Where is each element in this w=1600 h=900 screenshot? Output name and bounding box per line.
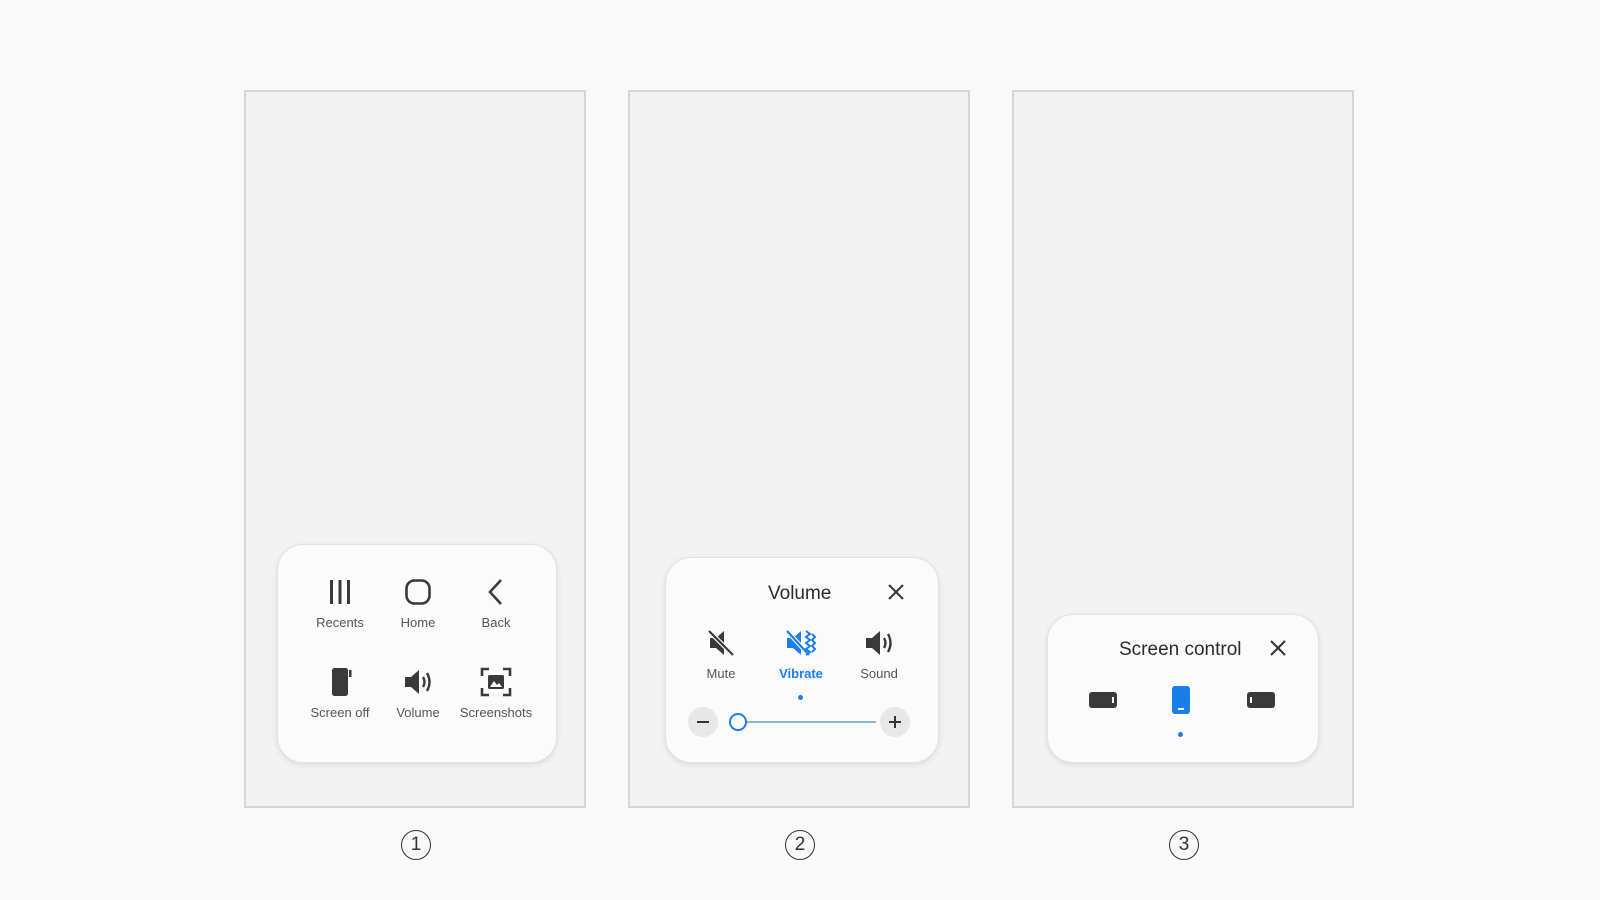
step-number-3: 3 — [1169, 830, 1199, 860]
landscape-right-icon — [1247, 692, 1275, 708]
recents-label: Recents — [316, 615, 364, 630]
screen-off-label: Screen off — [310, 705, 370, 720]
mute-icon — [707, 629, 735, 657]
close-icon — [888, 584, 904, 600]
volume-panel: Volume Mute Vibrate Sound — [665, 557, 939, 763]
vibrate-label: Vibrate — [779, 666, 823, 681]
close-icon — [1270, 640, 1286, 656]
close-button[interactable] — [884, 580, 908, 604]
screenshots-label: Screenshots — [459, 705, 533, 720]
volume-slider-thumb[interactable] — [729, 713, 747, 731]
screen-off-icon — [332, 668, 352, 696]
phone-screen-1: Recents Home Back Screen off Volume Scre… — [244, 90, 586, 808]
sound-label: Sound — [860, 666, 898, 681]
vibrate-icon — [785, 629, 817, 657]
volume-up-button[interactable] — [880, 707, 910, 737]
sound-icon — [866, 631, 892, 655]
assistant-menu-panel: Recents Home Back Screen off Volume Scre… — [277, 544, 557, 763]
screen-control-title: Screen control — [1119, 639, 1242, 660]
screenshot-icon — [480, 667, 512, 697]
plus-icon — [889, 716, 901, 728]
landscape-right-button[interactable] — [1246, 689, 1276, 716]
recents-icon — [330, 580, 350, 604]
portrait-button[interactable] — [1170, 685, 1192, 720]
recents-button[interactable]: Recents — [300, 577, 380, 630]
minus-icon — [697, 721, 709, 723]
volume-slider[interactable] — [729, 713, 876, 731]
portrait-icon — [1172, 686, 1190, 714]
screen-off-button[interactable]: Screen off — [300, 667, 380, 720]
vibrate-mode-button[interactable]: Vibrate — [766, 628, 836, 681]
volume-down-button[interactable] — [688, 707, 718, 737]
volume-label: Volume — [396, 705, 440, 720]
volume-icon — [405, 670, 431, 694]
volume-panel-title: Volume — [768, 583, 832, 604]
mute-label: Mute — [706, 666, 736, 681]
close-button[interactable] — [1266, 636, 1290, 660]
step-number-2: 2 — [785, 830, 815, 860]
landscape-left-icon — [1089, 692, 1117, 708]
home-icon — [405, 579, 431, 605]
step-number-1: 1 — [401, 830, 431, 860]
phone-screen-3: Screen control — [1012, 90, 1354, 808]
volume-button[interactable]: Volume — [378, 667, 458, 720]
active-mode-indicator — [798, 695, 803, 700]
back-icon — [488, 579, 502, 605]
mute-mode-button[interactable]: Mute — [686, 628, 756, 681]
active-orientation-indicator — [1178, 732, 1183, 737]
phone-screen-2: Volume Mute Vibrate Sound — [628, 90, 970, 808]
screen-control-panel: Screen control — [1047, 614, 1319, 763]
home-label: Home — [400, 615, 436, 630]
landscape-left-button[interactable] — [1088, 689, 1118, 716]
screenshots-button[interactable]: Screenshots — [456, 667, 536, 720]
back-label: Back — [481, 615, 511, 630]
home-button[interactable]: Home — [378, 577, 458, 630]
sound-mode-button[interactable]: Sound — [844, 628, 914, 681]
back-button[interactable]: Back — [456, 577, 536, 630]
